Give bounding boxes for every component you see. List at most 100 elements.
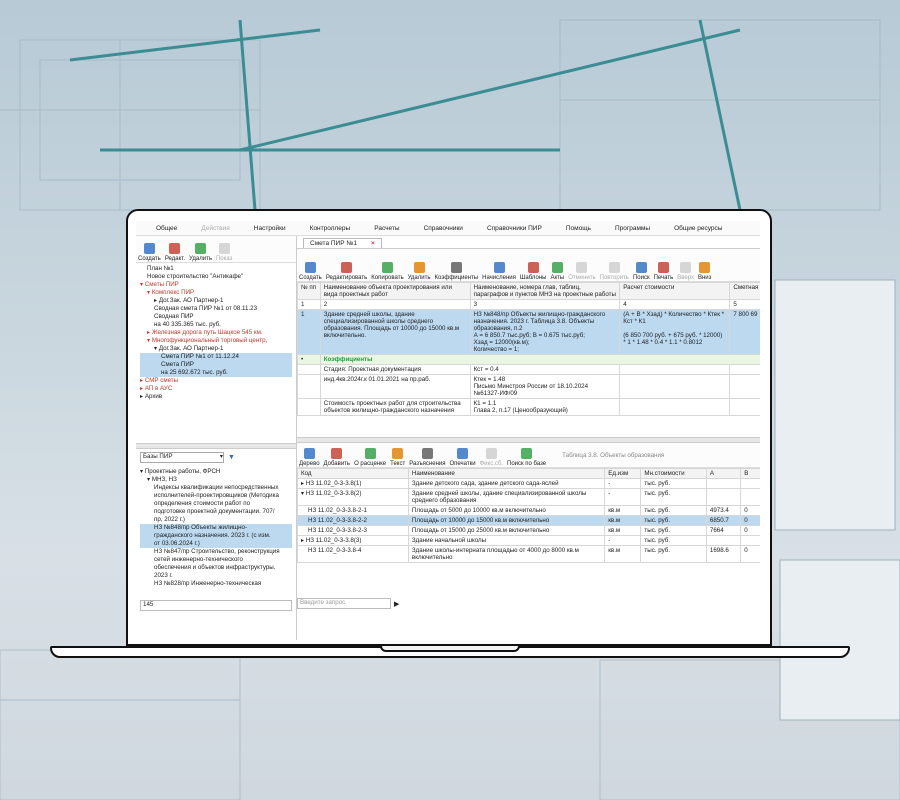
tree-item[interactable]: НЗ №847/пр Строительство, реконструкция — [140, 548, 292, 556]
coefficient-row[interactable]: Стадия: Проектная документация Кст = 0.4 — [297, 364, 760, 375]
bases-search-input[interactable]: 145 — [140, 600, 292, 611]
bases-select[interactable]: Базы ПИР ▾ — [140, 452, 224, 463]
tree-item[interactable]: от 03.06.2024 г.) — [140, 540, 292, 548]
повторить-button[interactable]: Повторить — [600, 262, 629, 281]
разъяснения-button[interactable]: Разъяснения — [409, 448, 446, 467]
tree-item[interactable]: Сводная ПИР — [140, 313, 292, 321]
tree-item[interactable]: ▸ Архив — [140, 393, 292, 401]
добавить-button[interactable]: Добавить — [324, 448, 350, 467]
создать-button[interactable]: Создать — [299, 262, 322, 281]
tree-item[interactable]: Индексы квалификации непосредственных — [140, 484, 292, 492]
tree-item[interactable]: ▾ Проектные работы, ФРСН — [140, 468, 292, 476]
column-header[interactable]: Наименование объекта проектирования или … — [319, 282, 471, 300]
tab-estimate[interactable]: Смета ПИР №1 × — [303, 238, 382, 248]
шаблоны-button[interactable]: Шаблоны — [520, 262, 546, 281]
вверх-button[interactable]: Вверх — [677, 262, 694, 281]
редакт--button[interactable]: Редакт. — [165, 243, 185, 262]
удалить-button[interactable]: Удалить — [408, 262, 431, 281]
tree-item[interactable]: Смета ПИР №1 от 11.12.24 — [140, 353, 292, 361]
filter-icon[interactable]: ▼ — [228, 454, 235, 461]
tree-item[interactable]: План №1 — [140, 265, 292, 273]
column-header[interactable]: Расчет стоимости — [619, 282, 731, 300]
column-header[interactable]: Код — [297, 468, 409, 479]
empty-cell — [619, 364, 731, 375]
tree-item[interactable]: ▸ СМР сметы — [140, 377, 292, 385]
coefficient-row[interactable]: инд.4кв.2024г.к 01.01.2021 на пр.раб. Кте… — [297, 374, 760, 399]
фикс-сб--button[interactable]: Фикс.сб. — [480, 448, 503, 467]
column-header[interactable]: В — [740, 468, 760, 479]
menu-item[interactable]: Общие ресурсы — [674, 225, 722, 232]
tree-item[interactable]: Смета ПИР — [140, 361, 292, 369]
начисления-button[interactable]: Начисления — [482, 262, 516, 281]
tree-item[interactable]: исполнителей-проектировщиков (Методика — [140, 492, 292, 500]
menu-item[interactable]: Общее — [156, 225, 177, 232]
table-row[interactable]: НЗ 11.02_0-3-3.8-4 Здание школы-интерната… — [297, 545, 760, 563]
menu-item[interactable]: Расчеты — [374, 225, 399, 232]
tree-item[interactable]: определения стоимости работ по — [140, 500, 292, 508]
tree-item[interactable]: 2023 г. — [140, 572, 292, 580]
tree-item[interactable]: на 40 335.365 тыс. руб. — [140, 321, 292, 329]
column-header[interactable]: Мн.стоимости — [640, 468, 707, 479]
печать-button[interactable]: Печать — [654, 262, 673, 281]
tree-item[interactable]: пр, 2022 г.) — [140, 516, 292, 524]
menu-item[interactable]: Контроллеры — [310, 225, 351, 232]
column-header[interactable]: Ед.изм — [604, 468, 642, 479]
создать-button[interactable]: Создать — [138, 243, 161, 262]
копировать-button[interactable]: Копировать — [371, 262, 404, 281]
tree-item[interactable]: сетей инженерно-технического — [140, 556, 292, 564]
table-row[interactable]: НЗ 11.02_0-3-3.8-2-3 Площадь от 15000 до … — [297, 525, 760, 536]
текст-button[interactable]: Текст — [390, 448, 405, 467]
tree-item[interactable]: ▾ МНЗ, НЗ — [140, 476, 292, 484]
run-search-icon[interactable]: ▶ — [394, 600, 399, 608]
tree-item[interactable]: Новое строительство "Антикафе" — [140, 273, 292, 281]
tree-item[interactable]: НЗ №828/пр Инженерно-техническая — [140, 580, 292, 588]
table-row[interactable]: ▸ НЗ 11.02_0-3-3.8(1) Здание детского сад… — [297, 478, 760, 489]
поиск-button[interactable]: Поиск — [633, 262, 650, 281]
column-header[interactable]: № пп — [297, 282, 321, 300]
table-row[interactable]: НЗ 11.02_0-3-3.8-2-2 Площадь от 10000 до … — [297, 515, 760, 526]
опечатки-button[interactable]: Опечатки — [450, 448, 476, 467]
menu-item[interactable]: Справочники — [424, 225, 463, 232]
tree-item[interactable]: ▾ Сметы ПИР — [140, 281, 292, 289]
column-header[interactable]: Наименование, номера глав, таблиц, параг… — [469, 282, 621, 300]
tree-item[interactable]: обеспечения и объектов инфраструктуры. — [140, 564, 292, 572]
column-header[interactable]: А — [705, 468, 742, 479]
column-header[interactable]: Наименование — [407, 468, 606, 479]
menu-item[interactable]: Программы — [615, 225, 650, 232]
menu-item[interactable]: Помощь — [566, 225, 591, 232]
вниз-button[interactable]: Вниз — [698, 262, 711, 281]
tree-item[interactable]: подготовке проектной документации. 707/ — [140, 508, 292, 516]
coefficients-header-row[interactable]: • Коэффициенты — [297, 354, 760, 365]
редактировать-button[interactable]: Редактировать — [326, 262, 367, 281]
menu-item[interactable]: Действия — [201, 225, 229, 232]
tree-item[interactable]: ▸ Дог.Зак. АО Партнер-1 — [140, 297, 292, 305]
поиск-по-базе-button[interactable]: Поиск по базе — [507, 448, 546, 467]
отменить-button[interactable]: Отменить — [568, 262, 596, 281]
table-row[interactable]: НЗ 11.02_0-3-3.8-2-1 Площадь от 5000 до 1… — [297, 505, 760, 516]
table-row[interactable]: ▸ НЗ 11.02_0-3-3.8(3) Здание начальной шк… — [297, 535, 760, 546]
акты-button[interactable]: Акты — [550, 262, 564, 281]
коэффициенты-button[interactable]: Коэффициенты — [435, 262, 478, 281]
close-icon[interactable]: × — [371, 240, 375, 247]
tree-item[interactable]: НЗ №848/пр Объекты жилищно- — [140, 524, 292, 532]
tree-item[interactable]: ▾ Комплекс ПИР — [140, 289, 292, 297]
menu-item[interactable]: Настройки — [254, 225, 286, 232]
tree-item[interactable]: ▸ АП в АУС — [140, 385, 292, 393]
о-расценке-button[interactable]: О расценке — [354, 448, 386, 467]
query-input[interactable]: Введите запрос — [297, 598, 391, 609]
tree-item[interactable]: гражданского назначения. 2023 г. (с изм. — [140, 532, 292, 540]
column-header[interactable]: Сметная — [729, 282, 760, 300]
tree-item[interactable]: Сводная смета ПИР №1 от 08.11.23 — [140, 305, 292, 313]
query-placeholder: Введите запрос — [300, 599, 346, 606]
table-row[interactable]: 1 Здание средней школы, здание специализи… — [297, 309, 760, 355]
tree-item[interactable]: ▾ Многофункциональный торговый центр, — [140, 337, 292, 345]
tree-item[interactable]: на 25 692.672 тыс. руб. — [140, 369, 292, 377]
coefficient-row[interactable]: Стоимость проектных работ для строительс… — [297, 398, 760, 416]
tree-item[interactable]: ▾ Дог.Зак. АО Партнер-1 — [140, 345, 292, 353]
показ-button[interactable]: Показ — [216, 243, 232, 262]
удалить-button[interactable]: Удалить — [189, 243, 212, 262]
menu-item[interactable]: Справочники ПИР — [487, 225, 542, 232]
table-row[interactable]: ▾ НЗ 11.02_0-3-3.8(2) Здание средней школ… — [297, 488, 760, 506]
tree-item[interactable]: ▸ Железная дорога путь Шацкое 545 км. — [140, 329, 292, 337]
дерево-button[interactable]: Дерево — [299, 448, 320, 467]
